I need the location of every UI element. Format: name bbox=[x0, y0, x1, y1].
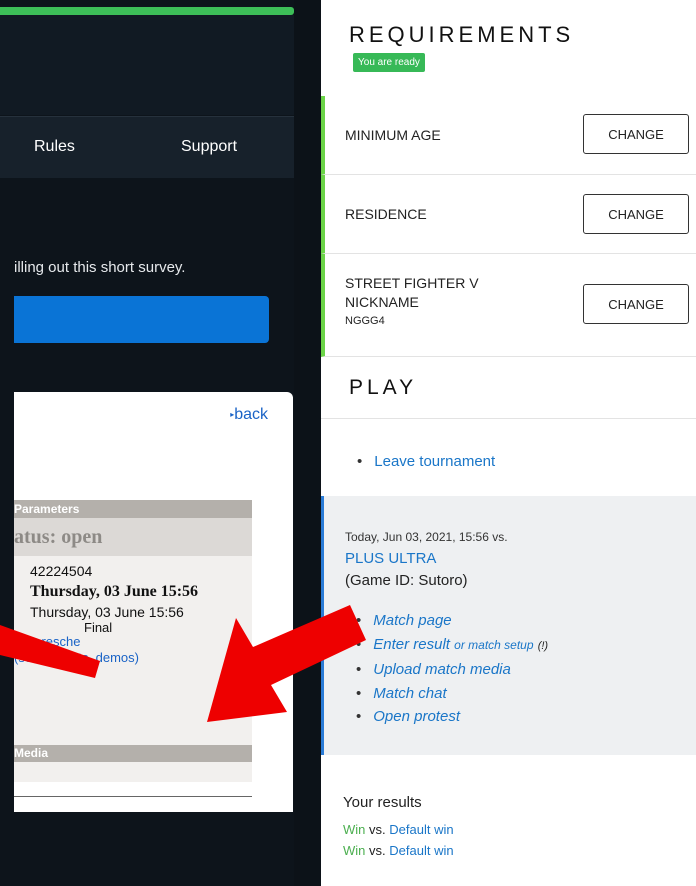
open-protest-item[interactable]: • Open protest bbox=[356, 705, 548, 729]
requirement-residence: RESIDENCE CHANGE bbox=[321, 175, 696, 254]
match-page-link[interactable]: Match page bbox=[373, 612, 451, 629]
result-row: Win vs. Default win bbox=[343, 822, 454, 837]
match-round: Final bbox=[84, 620, 113, 635]
bullet-icon: • bbox=[356, 708, 362, 725]
result-outcome: Win bbox=[343, 822, 366, 837]
result-row: Win vs. Default win bbox=[343, 843, 454, 858]
nav-support-link[interactable]: Support bbox=[181, 138, 237, 156]
match-date-bold: Thursday, 03 June 15:56 bbox=[30, 583, 199, 600]
match-parameters-table: Parameters atus: open 42224504 Thursday,… bbox=[14, 500, 252, 782]
result-reschedule-links[interactable]: sult, resche bbox=[14, 634, 80, 649]
parameters-header: Parameters bbox=[14, 500, 252, 518]
match-date: Thursday, 03 June 15:56 bbox=[30, 604, 184, 620]
ready-badge: You are ready bbox=[353, 53, 425, 72]
open-protest-link[interactable]: Open protest bbox=[373, 708, 460, 725]
requirement-nickname: STREET FIGHTER V NICKNAME NGGG4 CHANGE bbox=[321, 254, 696, 357]
nav-rules-link[interactable]: Rules bbox=[34, 138, 75, 156]
survey-text: illing out this short survey. bbox=[14, 259, 186, 276]
result-opponent-link[interactable]: Default win bbox=[389, 843, 453, 858]
enter-result-item[interactable]: • Enter result or match setup (!) bbox=[356, 633, 548, 659]
requirement-label: STREET FIGHTER V NICKNAME NGGG4 bbox=[345, 274, 479, 331]
match-datetime: Today, Jun 03, 2021, 15:56 vs. bbox=[345, 530, 508, 544]
back-link-label: back bbox=[234, 406, 268, 423]
side-panel: REQUIREMENTS You are ready MINIMUM AGE C… bbox=[321, 0, 696, 886]
current-match-box: Today, Jun 03, 2021, 15:56 vs. PLUS ULTR… bbox=[321, 496, 696, 755]
change-button[interactable]: CHANGE bbox=[583, 284, 689, 324]
bullet-icon: • bbox=[356, 661, 362, 678]
media-header: Media bbox=[14, 745, 252, 762]
upload-media-item[interactable]: • Upload match media bbox=[356, 658, 548, 682]
top-accent-strip bbox=[0, 7, 294, 15]
warning-mark: (!) bbox=[537, 639, 549, 652]
enter-result-link[interactable]: Enter result bbox=[373, 636, 450, 653]
match-id: 42224504 bbox=[30, 563, 93, 579]
change-button[interactable]: CHANGE bbox=[583, 114, 689, 154]
result-vs: vs. bbox=[369, 843, 386, 858]
play-title: PLAY bbox=[349, 376, 418, 399]
change-button[interactable]: CHANGE bbox=[583, 194, 689, 234]
match-setup-link[interactable]: or match setup bbox=[454, 638, 533, 652]
background-page: Rules Support illing out this short surv… bbox=[0, 0, 294, 886]
match-card: ▸back Parameters atus: open 42224504 Thu… bbox=[14, 392, 293, 812]
bullet-icon: • bbox=[356, 635, 362, 653]
match-page-item[interactable]: • Match page bbox=[356, 609, 548, 633]
nav-bar: Rules Support bbox=[0, 116, 294, 178]
back-link[interactable]: ▸back bbox=[230, 406, 268, 424]
bullet-icon: • bbox=[356, 684, 362, 702]
media-link[interactable]: (screenshots, demos) bbox=[14, 650, 139, 665]
match-chat-link[interactable]: Match chat bbox=[373, 685, 446, 702]
card-divider bbox=[14, 796, 252, 797]
result-vs: vs. bbox=[369, 822, 386, 837]
leave-tournament-link[interactable]: • Leave tournament bbox=[357, 453, 495, 470]
nickname-value: NGGG4 bbox=[345, 315, 385, 327]
play-section: PLAY bbox=[321, 357, 696, 419]
bullet-icon: • bbox=[356, 612, 362, 629]
requirements-title: REQUIREMENTS bbox=[349, 22, 575, 47]
game-id: (Game ID: Sutoro) bbox=[345, 572, 468, 589]
survey-button[interactable] bbox=[14, 296, 269, 343]
leave-tournament-label: Leave tournament bbox=[374, 453, 496, 470]
requirement-label-line2: NICKNAME bbox=[345, 294, 419, 310]
results-title: Your results bbox=[343, 794, 422, 811]
match-actions-list: • Match page • Enter result or match setup… bbox=[356, 609, 548, 729]
opponent-link[interactable]: PLUS ULTRA bbox=[345, 550, 436, 567]
upload-media-link[interactable]: Upload match media bbox=[373, 661, 511, 678]
result-opponent-link[interactable]: Default win bbox=[389, 822, 453, 837]
requirement-label-line1: STREET FIGHTER V bbox=[345, 275, 479, 291]
match-status: atus: open bbox=[14, 518, 252, 556]
requirement-label: MINIMUM AGE bbox=[345, 127, 441, 143]
result-outcome: Win bbox=[343, 843, 366, 858]
match-chat-item[interactable]: • Match chat bbox=[356, 682, 548, 706]
requirement-minimum-age: MINIMUM AGE CHANGE bbox=[321, 96, 696, 175]
site-header bbox=[0, 15, 294, 115]
bullet-icon: • bbox=[357, 453, 363, 470]
requirement-label: RESIDENCE bbox=[345, 206, 427, 222]
